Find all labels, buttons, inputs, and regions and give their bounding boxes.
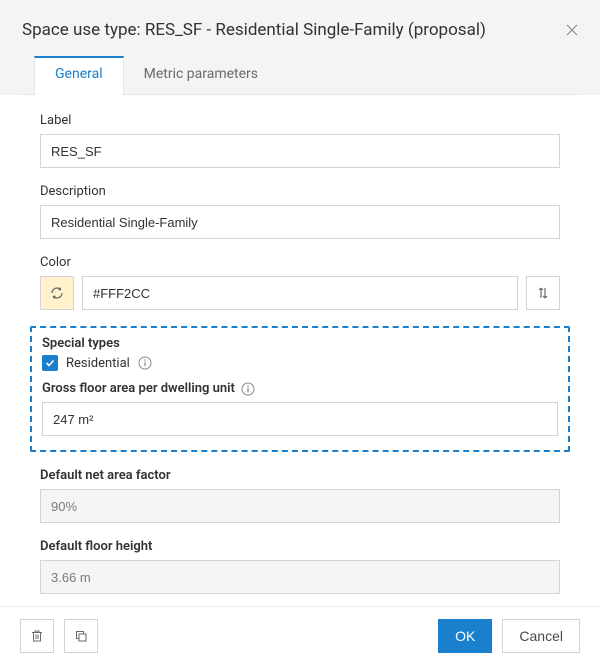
special-types-highlight: Special types Residential Gross floor ar… <box>30 326 570 452</box>
field-net-area: Default net area factor <box>40 468 560 523</box>
footer-right: OK Cancel <box>438 619 580 653</box>
field-label: Label <box>40 113 560 168</box>
color-input[interactable] <box>82 276 518 310</box>
footer-left <box>20 619 98 653</box>
residential-checkbox-row: Residential <box>42 355 558 371</box>
dialog-title: Space use type: RES_SF - Residential Sin… <box>22 20 578 40</box>
color-swatch-button[interactable] <box>40 276 74 310</box>
floor-height-input[interactable] <box>40 560 560 594</box>
field-gfadu: Gross floor area per dwelling unit <box>42 381 558 436</box>
residential-checkbox[interactable] <box>42 355 58 371</box>
check-icon <box>45 358 55 368</box>
field-special-types: Special types Residential <box>42 336 558 371</box>
gfadu-info-button[interactable] <box>241 382 255 396</box>
info-icon <box>138 356 152 370</box>
description-input[interactable] <box>40 205 560 239</box>
color-row <box>40 276 560 310</box>
dialog-body: Label Description Color Special types <box>0 95 600 606</box>
info-icon <box>241 382 255 396</box>
duplicate-button[interactable] <box>64 619 98 653</box>
description-label: Description <box>40 184 560 199</box>
color-label: Color <box>40 255 560 270</box>
trash-icon <box>30 629 44 643</box>
gfadu-label: Gross floor area per dwelling unit <box>42 381 235 396</box>
gfadu-label-row: Gross floor area per dwelling unit <box>42 381 558 396</box>
tab-bar: General Metric parameters <box>22 56 578 95</box>
delete-button[interactable] <box>20 619 54 653</box>
tab-general[interactable]: General <box>34 56 124 95</box>
label-label: Label <box>40 113 560 128</box>
close-button[interactable] <box>564 22 580 38</box>
close-icon <box>566 24 578 36</box>
duplicate-icon <box>74 629 88 643</box>
space-use-type-dialog: Space use type: RES_SF - Residential Sin… <box>0 0 600 665</box>
field-description: Description <box>40 184 560 239</box>
special-types-heading: Special types <box>42 336 558 351</box>
ok-button[interactable]: OK <box>438 619 492 653</box>
color-swap-button[interactable] <box>526 276 560 310</box>
tab-metric-parameters[interactable]: Metric parameters <box>124 56 278 94</box>
field-color: Color <box>40 255 560 310</box>
label-input[interactable] <box>40 134 560 168</box>
field-floor-height: Default floor height <box>40 539 560 594</box>
residential-info-button[interactable] <box>138 356 152 370</box>
dialog-footer: OK Cancel <box>0 606 600 665</box>
dialog-header: Space use type: RES_SF - Residential Sin… <box>0 0 600 95</box>
swap-vertical-icon <box>536 286 550 300</box>
refresh-icon <box>49 285 65 301</box>
cancel-button[interactable]: Cancel <box>502 619 580 653</box>
gfadu-input[interactable] <box>42 402 558 436</box>
net-area-label: Default net area factor <box>40 468 560 483</box>
floor-height-label: Default floor height <box>40 539 560 554</box>
residential-checkbox-label: Residential <box>66 356 130 371</box>
net-area-input[interactable] <box>40 489 560 523</box>
